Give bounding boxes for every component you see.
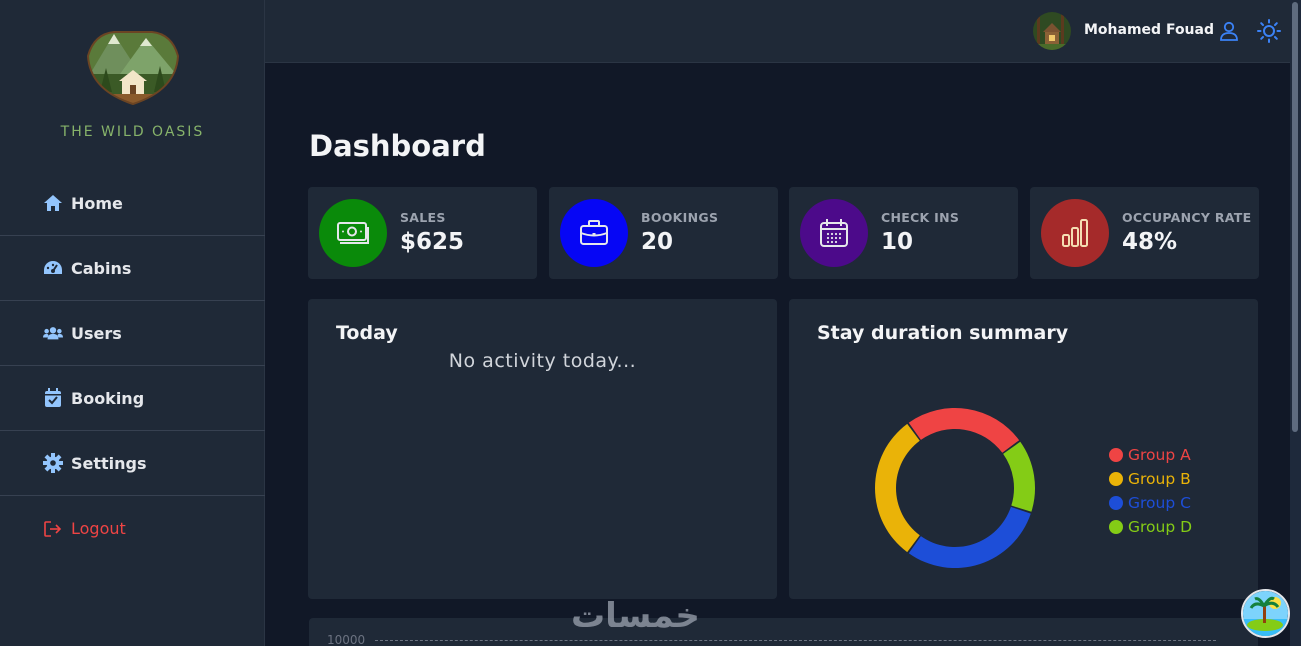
sidebar-item-label: Logout <box>71 519 126 538</box>
sidebar-item-label: Users <box>71 323 122 343</box>
stat-card-occupancy: OCCUPANCY RATE 48% <box>1030 187 1259 279</box>
sun-icon <box>1257 19 1281 43</box>
scrollbar-thumb[interactable] <box>1292 2 1298 432</box>
calendar-days-icon <box>800 199 868 267</box>
floating-badge-button[interactable] <box>1241 589 1290 638</box>
stat-label: CHECK INS <box>881 210 960 225</box>
legend-item[interactable]: Group B <box>1109 467 1192 491</box>
legend-label: Group A <box>1128 446 1191 464</box>
sales-chart-panel: 10000 <box>309 618 1258 646</box>
today-empty-message: No activity today... <box>448 350 637 372</box>
sidebar: THE WILD OASIS Home Cabins Users Booking <box>0 0 265 646</box>
sidebar-item-logout[interactable]: Logout <box>0 496 265 561</box>
page-scrollbar[interactable] <box>1290 0 1301 646</box>
donut-slice-group-d[interactable] <box>1003 441 1035 512</box>
duration-panel: Stay duration summary Group A Group B Gr… <box>789 299 1258 599</box>
sidebar-item-home[interactable]: Home <box>0 171 265 236</box>
wild-oasis-logo <box>86 31 179 106</box>
sidebar-item-label: Booking <box>71 388 145 408</box>
donut-slice-group-a[interactable] <box>908 408 1020 453</box>
sidebar-item-cabins[interactable]: Cabins <box>0 236 265 301</box>
donut-slice-group-b[interactable] <box>875 423 920 553</box>
sidebar-item-settings[interactable]: Settings <box>0 431 265 496</box>
home-icon <box>43 193 63 213</box>
sidebar-item-label: Settings <box>71 453 147 473</box>
user-icon <box>1220 21 1238 41</box>
island-icon <box>1243 591 1288 636</box>
today-panel: Today No activity today... <box>308 299 777 599</box>
brand-name: THE WILD OASIS <box>60 124 205 140</box>
sidebar-nav: Home Cabins Users Booking Settings Logou… <box>0 171 265 561</box>
chart-grid-line <box>375 640 1216 641</box>
chart-legend: Group A Group B Group C Group D <box>1109 443 1192 539</box>
top-header: Mohamed Fouad <box>265 0 1290 63</box>
legend-swatch <box>1109 496 1123 510</box>
username: Mohamed Fouad <box>1084 22 1214 38</box>
account-button[interactable] <box>1217 19 1241 43</box>
stat-label: SALES <box>400 210 446 225</box>
page-title: Dashboard <box>309 129 486 163</box>
legend-item[interactable]: Group A <box>1109 443 1192 467</box>
legend-label: Group D <box>1128 518 1193 536</box>
sidebar-item-users[interactable]: Users <box>0 301 265 366</box>
legend-item[interactable]: Group D <box>1109 515 1192 539</box>
sidebar-item-booking[interactable]: Booking <box>0 366 265 431</box>
stat-card-sales: SALES $625 <box>308 187 537 279</box>
legend-swatch <box>1109 520 1123 534</box>
legend-item[interactable]: Group C <box>1109 491 1192 515</box>
logo-area: THE WILD OASIS <box>0 28 265 140</box>
calendar-check-icon <box>43 388 63 408</box>
legend-label: Group B <box>1128 470 1191 488</box>
duration-donut-chart <box>875 408 1035 568</box>
banknotes-icon <box>319 199 387 267</box>
stat-value: 20 <box>641 229 674 255</box>
sidebar-item-label: Home <box>71 193 123 213</box>
sidebar-item-label: Cabins <box>71 258 132 278</box>
today-title: Today <box>336 322 398 344</box>
stat-label: OCCUPANCY RATE <box>1122 210 1252 225</box>
stat-value: $625 <box>400 229 465 255</box>
theme-toggle-button[interactable] <box>1257 19 1281 43</box>
legend-swatch <box>1109 472 1123 486</box>
users-icon <box>43 323 63 343</box>
gauge-icon <box>43 258 63 278</box>
stat-label: BOOKINGS <box>641 210 719 225</box>
stat-card-check-ins: CHECK INS 10 <box>789 187 1018 279</box>
stat-value: 48% <box>1122 229 1178 255</box>
donut-slice-group-c[interactable] <box>908 506 1031 568</box>
gear-icon <box>43 453 63 473</box>
legend-label: Group C <box>1128 494 1191 512</box>
watermark-text: خمسات <box>571 596 700 636</box>
y-axis-tick: 10000 <box>327 633 366 646</box>
stat-value: 10 <box>881 229 914 255</box>
logout-icon <box>43 519 63 539</box>
legend-swatch <box>1109 448 1123 462</box>
chart-bar-icon <box>1041 199 1109 267</box>
briefcase-icon <box>560 199 628 267</box>
avatar[interactable] <box>1033 12 1071 50</box>
stat-card-bookings: BOOKINGS 20 <box>549 187 778 279</box>
duration-title: Stay duration summary <box>817 322 1069 344</box>
